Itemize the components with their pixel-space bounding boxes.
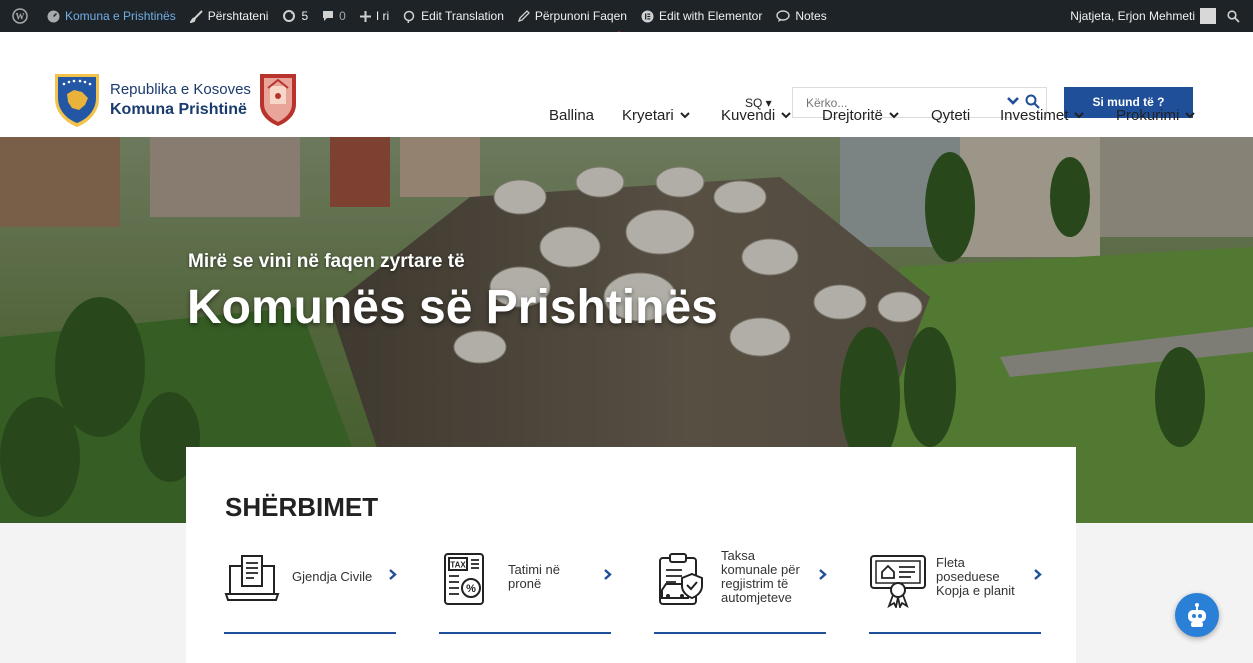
nav-item-kryetari[interactable]: Kryetari bbox=[622, 107, 690, 124]
chevron-down-icon[interactable] bbox=[1006, 94, 1020, 108]
chatbot-button[interactable] bbox=[1175, 593, 1219, 637]
admin-new-label: I ri bbox=[375, 9, 390, 23]
nav-label: Prokurimi bbox=[1116, 107, 1180, 124]
nav-label: Drejtoritë bbox=[822, 107, 883, 124]
nav-label: Kuvendi bbox=[721, 107, 776, 124]
site-logo-text[interactable]: Republika e Kosoves Komuna Prishtinë bbox=[110, 80, 251, 120]
pencil-icon bbox=[517, 10, 530, 22]
logo-line2: Komuna Prishtinë bbox=[110, 101, 247, 118]
chevron-right-icon bbox=[604, 569, 612, 580]
chevron-right-icon bbox=[389, 569, 397, 580]
nav-item-prokurimi[interactable]: Prokurimi bbox=[1116, 107, 1196, 124]
admin-edit-page-label: Përpunoni Faqen bbox=[534, 9, 627, 23]
elementor-icon bbox=[641, 10, 654, 22]
admin-notes-label: Notes bbox=[795, 9, 827, 23]
services-title: SHËRBIMET bbox=[225, 492, 379, 522]
hero-title: Komunës së Prishtinës bbox=[187, 281, 718, 334]
admin-comments-link[interactable]: 0 bbox=[315, 0, 353, 32]
service-item-fleta-poseduese[interactable]: Fleta poseduese Kopja e planit bbox=[869, 546, 1042, 634]
chevron-down-icon bbox=[781, 112, 791, 119]
chevron-right-icon bbox=[1034, 569, 1042, 580]
admin-site-label: Komuna e Prishtinës bbox=[65, 9, 176, 23]
certificate-icon bbox=[870, 555, 926, 608]
admin-elementor-label: Edit with Elementor bbox=[658, 9, 763, 23]
service-label: Gjendja Civile bbox=[292, 569, 373, 584]
service-label: Tatimi në pronë bbox=[508, 562, 561, 591]
nav-label: Investimet bbox=[1000, 107, 1069, 124]
service-label: Taksa komunale për regjistrim të automje… bbox=[721, 548, 800, 605]
dashboard-icon bbox=[47, 10, 60, 22]
updates-icon bbox=[283, 10, 296, 22]
nav-label: Qyteti bbox=[931, 107, 971, 124]
svg-text:W: W bbox=[16, 12, 25, 22]
robot-icon bbox=[1188, 603, 1206, 627]
nav-item-investimet[interactable]: Investimet bbox=[1000, 107, 1085, 124]
nav-label: Kryetari bbox=[622, 107, 674, 124]
chevron-down-icon bbox=[679, 112, 690, 119]
kosovo-coat-of-arms-icon[interactable] bbox=[52, 72, 102, 128]
service-underline bbox=[439, 632, 611, 634]
nav-item-kuvendi[interactable]: Kuvendi bbox=[721, 107, 791, 124]
service-underline bbox=[654, 632, 826, 634]
admin-greeting: Njatjeta, Erjon Mehmeti bbox=[1070, 9, 1195, 23]
admin-comments-count: 0 bbox=[339, 9, 346, 23]
chevron-down-icon bbox=[1185, 112, 1196, 119]
hero-subtitle: Mirë se vini në faqen zyrtare të bbox=[188, 251, 465, 272]
chevron-right-icon bbox=[819, 569, 827, 580]
vehicle-registration-icon bbox=[659, 553, 703, 605]
comment-icon bbox=[323, 11, 334, 21]
nav-item-drejtorite[interactable]: Drejtoritë bbox=[822, 107, 899, 124]
chevron-down-icon bbox=[1074, 112, 1085, 119]
chevron-down-icon bbox=[889, 112, 899, 119]
service-item-gjendja-civile[interactable]: Gjendja Civile bbox=[224, 546, 397, 634]
nav-label: Ballina bbox=[549, 107, 595, 124]
avatar bbox=[1200, 8, 1216, 24]
admin-customize-link[interactable]: Përshtateni bbox=[183, 0, 276, 32]
service-item-tatimi[interactable]: TAX % Tatimi në pronë bbox=[439, 546, 612, 634]
admin-search-icon[interactable] bbox=[1220, 0, 1253, 32]
service-label: Fleta poseduese Kopja e planit bbox=[936, 555, 1015, 598]
svg-text:TAX: TAX bbox=[450, 561, 466, 570]
brush-icon bbox=[189, 9, 203, 23]
computer-document-icon bbox=[224, 555, 280, 601]
admin-updates-count: 5 bbox=[301, 9, 309, 23]
admin-translate-link[interactable]: Edit Translation bbox=[396, 0, 511, 32]
notes-icon bbox=[776, 10, 791, 22]
admin-translate-label: Edit Translation bbox=[421, 9, 504, 23]
tax-icon: TAX % bbox=[444, 553, 484, 605]
logo-line1: Republika e Kosoves bbox=[110, 81, 251, 98]
service-underline bbox=[869, 632, 1041, 634]
wordpress-logo-icon[interactable]: W bbox=[0, 0, 40, 32]
svg-text:%: % bbox=[466, 583, 476, 595]
admin-updates-link[interactable]: 5 bbox=[275, 0, 315, 32]
admin-site-link[interactable]: Komuna e Prishtinës bbox=[40, 0, 183, 32]
admin-new-link[interactable]: I ri bbox=[353, 0, 396, 32]
admin-customize-label: Përshtateni bbox=[207, 9, 269, 23]
plus-icon bbox=[359, 10, 371, 22]
translate-icon bbox=[403, 10, 415, 23]
prishtina-crest-icon[interactable] bbox=[258, 72, 298, 127]
service-underline bbox=[224, 632, 396, 634]
nav-item-qyteti[interactable]: Qyteti bbox=[931, 107, 970, 124]
services-card: SHËRBIMET Gjendja Civile TAX % Tatimi në… bbox=[186, 447, 1076, 663]
admin-notes-link[interactable]: Notes bbox=[769, 0, 833, 32]
nav-item-ballina[interactable]: Ballina bbox=[549, 107, 594, 124]
admin-account-link[interactable]: Njatjeta, Erjon Mehmeti bbox=[1063, 0, 1220, 32]
service-item-taksa-komunale[interactable]: Taksa komunale për regjistrim të automje… bbox=[654, 546, 827, 634]
